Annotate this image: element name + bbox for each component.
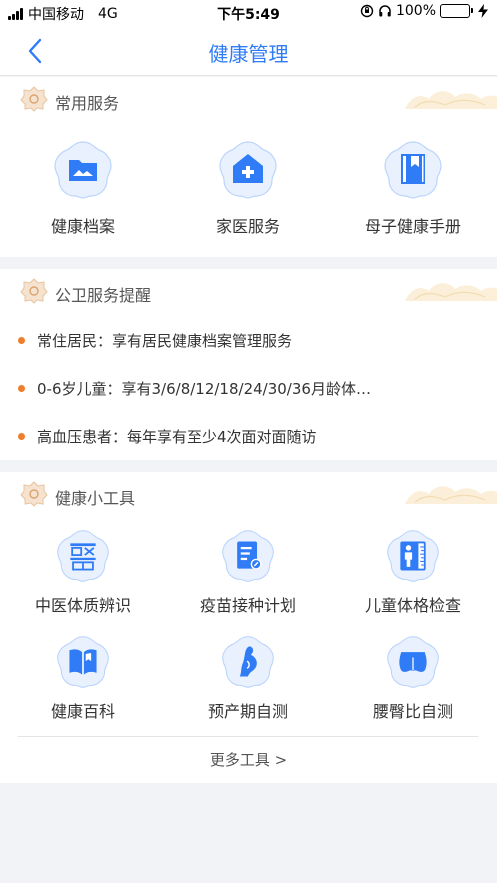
- card-title: 常用服务: [55, 94, 120, 113]
- card-header: 公卫服务提醒: [0, 269, 497, 313]
- reminder-text: 高血压患者：每年享有至少4次面对面随访: [37, 428, 317, 446]
- tool-vaccine-plan[interactable]: 疫苗接种计划: [173, 528, 323, 616]
- status-bar: 中国移动 4G 下午5:49 100%: [0, 0, 497, 26]
- service-label: 健康档案: [50, 217, 115, 236]
- reminder-item[interactable]: 高血压患者：每年享有至少4次面对面随访: [0, 424, 497, 454]
- service-label: 母子健康手册: [364, 217, 461, 236]
- headphones-icon: [379, 5, 391, 17]
- card-title: 公卫服务提醒: [55, 286, 152, 305]
- service-health-record[interactable]: 健康档案: [8, 139, 158, 237]
- tool-label: 预产期自测: [207, 702, 288, 721]
- orientation-lock-icon: [360, 4, 374, 18]
- battery-icon: [440, 4, 473, 18]
- tool-child-growth[interactable]: 儿童体格检查: [338, 528, 488, 616]
- tool-due-date[interactable]: 预产期自测: [173, 634, 323, 722]
- tool-label: 腰臀比自测: [372, 702, 453, 721]
- card-header: 健康小工具: [0, 472, 497, 516]
- badge-icon: [20, 481, 48, 507]
- tool-health-encyclopedia[interactable]: 健康百科: [8, 634, 158, 722]
- bullet-dot: [18, 433, 25, 440]
- badge-icon: [20, 86, 48, 112]
- child-height-icon: [387, 530, 439, 582]
- encyclopedia-icon: [57, 636, 109, 688]
- more-tools-link[interactable]: 更多工具 >: [0, 749, 497, 770]
- cloud-decoration-icon: [405, 283, 497, 301]
- tools-card: 健康小工具 中医体质辨识 疫苗接种计划 儿童体格检查 健康百科 预产期自测 腰臀…: [0, 472, 497, 783]
- tool-waist-hip-ratio[interactable]: 腰臀比自测: [338, 634, 488, 722]
- divider: [18, 736, 478, 737]
- service-label: 家医服务: [215, 217, 280, 236]
- service-family-doctor[interactable]: 家医服务: [173, 139, 323, 237]
- badge-icon: [20, 278, 48, 304]
- bullet-dot: [18, 385, 25, 392]
- nav-bar: 健康管理: [0, 26, 497, 76]
- reminder-text: 0-6岁儿童：享有3/6/8/12/18/24/30/36月龄体…: [37, 380, 371, 398]
- vaccine-plan-icon: [222, 530, 274, 582]
- handbook-icon: [384, 141, 442, 199]
- cloud-decoration-icon: [405, 91, 497, 109]
- tcm-icon: [57, 530, 109, 582]
- tool-tcm-constitution[interactable]: 中医体质辨识: [8, 528, 158, 616]
- card-title: 健康小工具: [55, 489, 136, 508]
- tool-label: 健康百科: [50, 702, 115, 721]
- cloud-decoration-icon: [405, 486, 497, 504]
- reminder-item[interactable]: 0-6岁儿童：享有3/6/8/12/18/24/30/36月龄体…: [0, 376, 497, 406]
- card-header: 常用服务: [0, 77, 497, 121]
- battery-percent: 100%: [395, 3, 436, 19]
- service-maternal-handbook[interactable]: 母子健康手册: [338, 139, 488, 237]
- tool-label: 疫苗接种计划: [199, 596, 296, 615]
- reminders-card: 公卫服务提醒 常住居民：享有居民健康档案管理服务 0-6岁儿童：享有3/6/8/…: [0, 269, 497, 460]
- tool-label: 儿童体格检查: [364, 596, 461, 615]
- page-title: 健康管理: [208, 42, 289, 66]
- pregnancy-icon: [222, 636, 274, 688]
- tool-label: 中医体质辨识: [34, 596, 131, 615]
- charging-bolt-icon: [478, 4, 488, 18]
- common-services-card: 常用服务 健康档案 家医服务 母子健康手册: [0, 77, 497, 257]
- folder-icon: [54, 141, 112, 199]
- home-plus-icon: [219, 141, 277, 199]
- reminder-item[interactable]: 常住居民：享有居民健康档案管理服务: [0, 328, 497, 358]
- waist-hip-icon: [387, 636, 439, 688]
- reminder-text: 常住居民：享有居民健康档案管理服务: [37, 332, 293, 350]
- bullet-dot: [18, 337, 25, 344]
- status-right: 100%: [360, 3, 489, 19]
